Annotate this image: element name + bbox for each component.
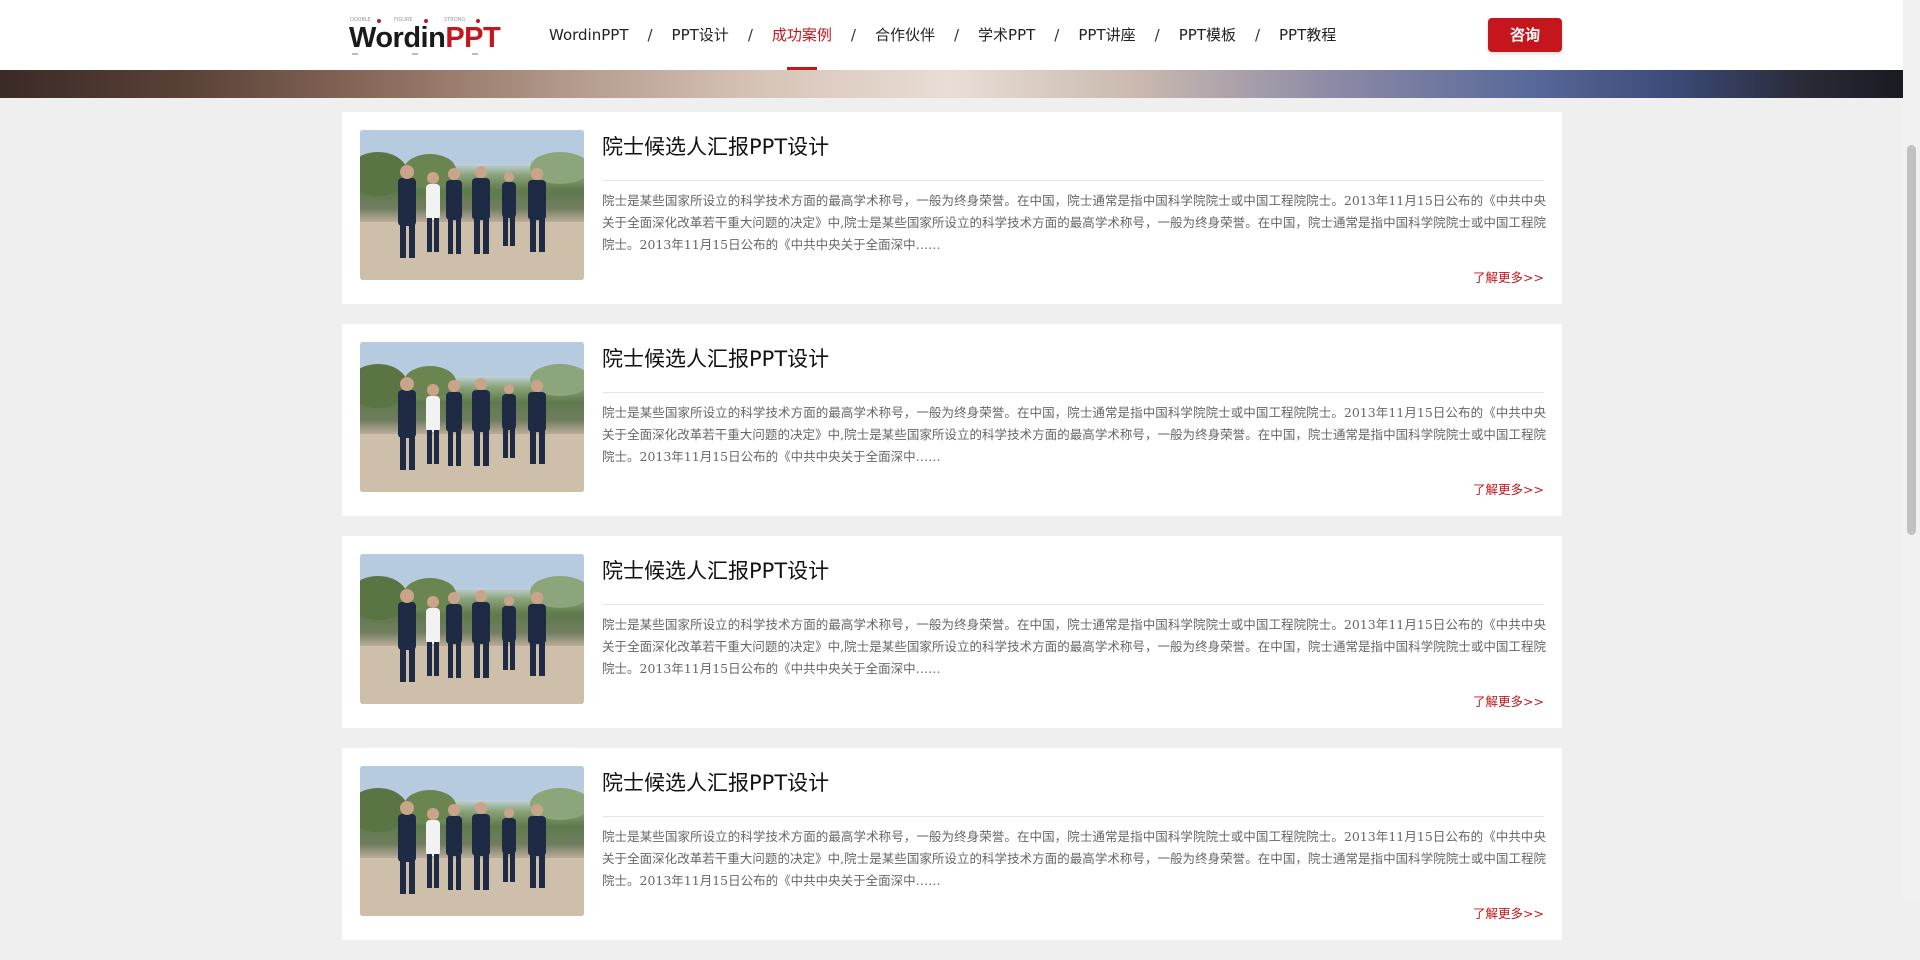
- read-more-link[interactable]: 了解更多>>: [1473, 903, 1544, 922]
- logo-word-red: PPT: [445, 22, 501, 54]
- case-title[interactable]: 院士候选人汇报PPT设计: [602, 766, 829, 800]
- group-walking-photo-icon: [360, 130, 584, 280]
- case-title[interactable]: 院士候选人汇报PPT设计: [602, 342, 829, 376]
- consult-button[interactable]: 咨询: [1488, 18, 1562, 52]
- case-card[interactable]: 院士候选人汇报PPT设计 院士是某些国家所设立的科学技术方面的最高学术称号，一般…: [342, 324, 1562, 516]
- logo-marks: [348, 51, 484, 57]
- case-description: 院士是某些国家所设立的科学技术方面的最高学术称号，一般为终身荣誉。在中国，院士通…: [602, 405, 1546, 464]
- banner-image: [0, 70, 1903, 98]
- nav-separator: /: [953, 26, 960, 44]
- nav-item-academic-ppt[interactable]: 学术PPT: [978, 0, 1035, 70]
- card-divider: [602, 180, 1544, 181]
- nav-separator: /: [1254, 26, 1261, 44]
- nav-item-ppt-design[interactable]: PPT设计: [672, 0, 729, 70]
- case-thumbnail[interactable]: [360, 130, 584, 280]
- nav-item-partners[interactable]: 合作伙伴: [875, 0, 935, 70]
- case-title[interactable]: 院士候选人汇报PPT设计: [602, 554, 829, 588]
- page-scrollbar[interactable]: [1903, 0, 1920, 901]
- read-more-link[interactable]: 了解更多>>: [1473, 691, 1544, 710]
- read-more-link[interactable]: 了解更多>>: [1473, 267, 1544, 286]
- case-thumbnail[interactable]: [360, 342, 584, 492]
- group-walking-photo-icon: [360, 766, 584, 916]
- case-thumbnail[interactable]: [360, 766, 584, 916]
- logo-word-dark: Wordin: [349, 22, 446, 54]
- case-card[interactable]: 院士候选人汇报PPT设计 院士是某些国家所设立的科学技术方面的最高学术称号，一般…: [342, 748, 1562, 940]
- case-title[interactable]: 院士候选人汇报PPT设计: [602, 130, 829, 164]
- case-card[interactable]: 院士候选人汇报PPT设计 院士是某些国家所设立的科学技术方面的最高学术称号，一般…: [342, 112, 1562, 304]
- card-divider: [602, 604, 1544, 605]
- nav-separator: /: [850, 26, 856, 44]
- case-description: 院士是某些国家所设立的科学技术方面的最高学术称号，一般为终身荣誉。在中国，院士通…: [602, 193, 1546, 252]
- site-header: DOUBLE FIGURE STRONG WordinPPT WordinPPT…: [0, 0, 1903, 70]
- nav-separator: /: [1054, 26, 1060, 44]
- nav-item-ppt-templates[interactable]: PPT模板: [1179, 0, 1236, 70]
- case-description: 院士是某些国家所设立的科学技术方面的最高学术称号，一般为终身荣誉。在中国，院士通…: [602, 617, 1546, 676]
- group-walking-photo-icon: [360, 554, 584, 704]
- logo-wordmark: WordinPPT: [349, 22, 501, 54]
- nav-item-ppt-lecture[interactable]: PPT讲座: [1078, 0, 1135, 70]
- case-list: 院士候选人汇报PPT设计 院士是某些国家所设立的科学技术方面的最高学术称号，一般…: [342, 112, 1562, 960]
- nav-separator: /: [647, 26, 653, 44]
- nav-item-wordinppt[interactable]: WordinPPT: [549, 0, 628, 70]
- main-nav: WordinPPT / PPT设计 / 成功案例 / 合作伙伴 / 学术PPT …: [549, 0, 1336, 70]
- case-thumbnail[interactable]: [360, 554, 584, 704]
- site-logo[interactable]: DOUBLE FIGURE STRONG WordinPPT: [348, 17, 501, 57]
- nav-item-ppt-tutorials[interactable]: PPT教程: [1279, 0, 1336, 70]
- case-description: 院士是某些国家所设立的科学技术方面的最高学术称号，一般为终身荣誉。在中国，院士通…: [602, 829, 1546, 888]
- case-card[interactable]: 院士候选人汇报PPT设计 院士是某些国家所设立的科学技术方面的最高学术称号，一般…: [342, 536, 1562, 728]
- card-divider: [602, 392, 1544, 393]
- group-walking-photo-icon: [360, 342, 584, 492]
- scrollbar-thumb[interactable]: [1907, 145, 1916, 535]
- read-more-link[interactable]: 了解更多>>: [1473, 479, 1544, 498]
- card-divider: [602, 816, 1544, 817]
- nav-item-success-cases[interactable]: 成功案例: [772, 0, 832, 70]
- nav-separator: /: [747, 26, 753, 44]
- nav-separator: /: [1154, 26, 1160, 44]
